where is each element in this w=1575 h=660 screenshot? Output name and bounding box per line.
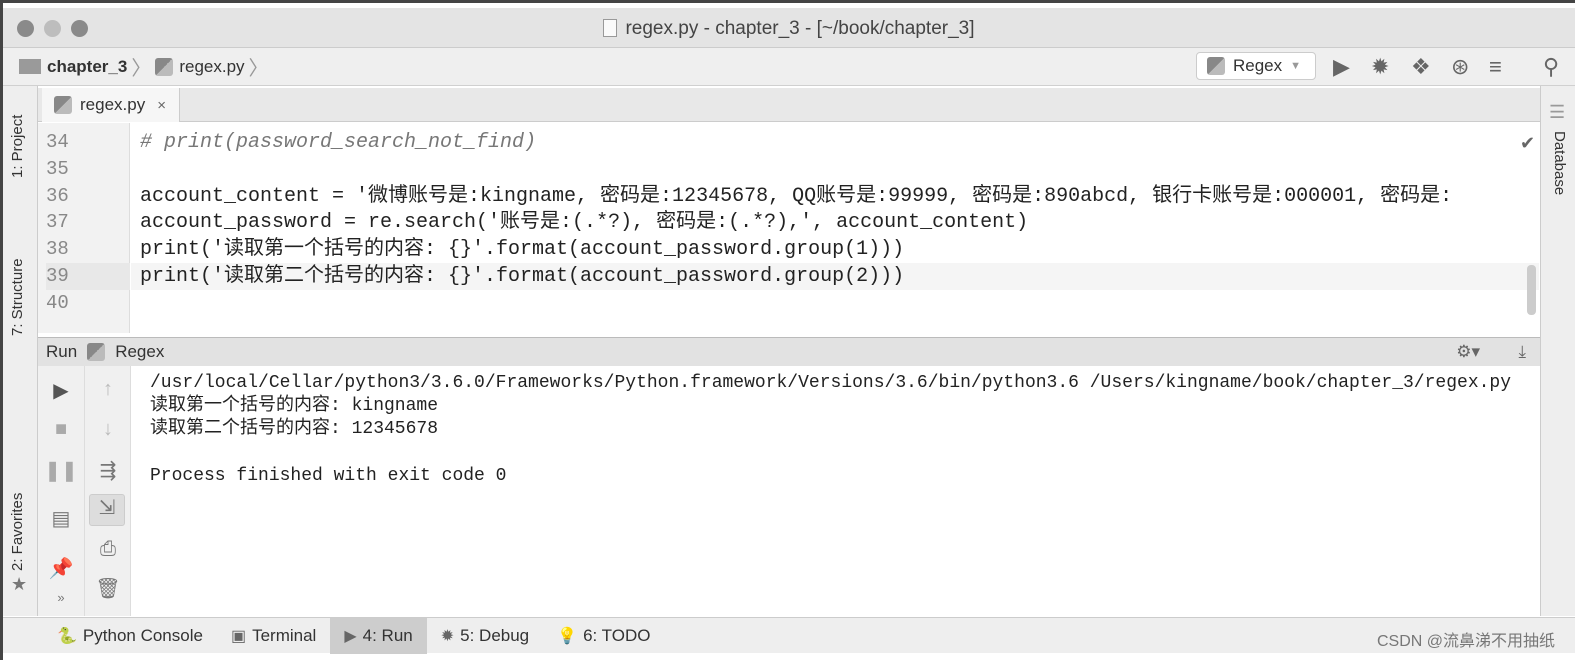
file-icon [603, 19, 618, 37]
watermark: CSDN @流鼻涕不用抽纸 [1376, 633, 1555, 650]
python-icon [1207, 57, 1225, 75]
output-line: 读取第二个括号的内容: 12345678 [150, 419, 439, 439]
tab-label: regex.py [80, 95, 146, 114]
line-number: 35 [46, 158, 69, 180]
tool-favorites[interactable]: 2: Favorites [9, 493, 26, 571]
line-number: 34 [46, 131, 69, 153]
hide-panel-icon[interactable]: ⤓ [1518, 342, 1526, 362]
tab-terminal[interactable]: ▣ Terminal [217, 618, 330, 654]
tab-label: Terminal [252, 625, 317, 645]
editor-tabs: regex.py × [38, 88, 1540, 122]
terminal-icon: ▣ [230, 627, 247, 645]
database-icon: ☰ [1549, 102, 1566, 122]
coverage-icon[interactable]: ❖ [1411, 54, 1431, 80]
line-number: 37 [46, 211, 69, 233]
trash-icon[interactable]: 🗑 [85, 576, 131, 601]
code-line: # print(password_search_not_find) [140, 131, 537, 154]
inspection-ok-icon[interactable]: ✔ [1520, 133, 1535, 154]
tool-structure[interactable]: 7: Structure [9, 258, 26, 336]
debug-icon[interactable]: ✹ [1371, 54, 1389, 80]
line-number: 40 [46, 292, 69, 314]
search-icon[interactable]: ⚲ [1543, 54, 1559, 80]
run-config-label: Regex [1233, 56, 1283, 75]
stop-icon[interactable]: ■ [38, 418, 84, 441]
run-config-dropdown[interactable]: Regex ▼ [1196, 52, 1316, 80]
chevron-right-icon: 〉 [248, 58, 269, 80]
soft-wrap-icon[interactable]: ⇶ [85, 458, 131, 483]
output-line: 读取第一个括号的内容: kingname [150, 396, 439, 416]
arrow-down-icon[interactable]: ↓ [85, 418, 131, 441]
code-line: account_content = '微博账号是:kingname, 密码是:1… [140, 185, 1453, 208]
title-bar: regex.py - chapter_3 - [~/book/chapter_3… [3, 8, 1575, 48]
code-line: print('读取第一个括号的内容: {}'.format(account_pa… [140, 238, 905, 261]
tab-label: Python Console [82, 625, 203, 645]
gear-icon[interactable]: ⚙▾ [1456, 342, 1480, 362]
run-toolbar-secondary: ↑ ↓ ⇶ ⇲ ⎙ 🗑 [85, 366, 131, 616]
window-title: regex.py - chapter_3 - [~/book/chapter_3… [625, 18, 975, 39]
line-gutter: 34 35 36 37 38 39 40 [38, 123, 130, 333]
concurrency-icon[interactable]: ≡ [1489, 54, 1502, 80]
folder-icon [19, 59, 41, 74]
editor-scrollbar[interactable] [1527, 265, 1536, 315]
chevron-down-icon: ▼ [1290, 60, 1302, 72]
run-label: Run [46, 342, 78, 361]
run-config-name: Regex [115, 342, 165, 361]
tool-database[interactable]: Database [1551, 131, 1568, 195]
rerun-icon[interactable]: ▶ [38, 378, 84, 403]
breadcrumb-file[interactable]: regex.py [155, 56, 245, 77]
tab-label: 6: TODO [583, 625, 651, 645]
run-toolbar: ▶ ■ ❚❚ ▤ 📌 » [38, 366, 85, 616]
close-tab-icon[interactable]: × [157, 97, 166, 114]
left-tool-strip: 1: Project 7: Structure 2: Favorites ★ [3, 86, 38, 616]
tab-todo[interactable]: 💡 6: TODO [543, 618, 664, 654]
run-icon[interactable]: ▶ [1333, 54, 1350, 80]
tab-label: 5: Debug [460, 625, 530, 645]
more-icon[interactable]: » [38, 590, 84, 605]
code-line-current: print('读取第二个括号的内容: {}'.format(account_pa… [131, 263, 1539, 290]
file-label: regex.py [179, 56, 245, 76]
python-file-icon [54, 96, 72, 114]
output-line: Process finished with exit code 0 [150, 466, 507, 486]
chevron-right-icon: 〉 [131, 58, 152, 80]
tool-project[interactable]: 1: Project [9, 115, 26, 178]
breadcrumb: chapter_3 〉 regex.py 〉 Regex ▼ ▶ ✹ ❖ ⊛ ≡ … [3, 48, 1575, 86]
line-number: 38 [46, 238, 69, 260]
tab-regex-py[interactable]: regex.py × [42, 88, 180, 122]
print-icon[interactable]: ⎙ [85, 538, 131, 561]
tab-debug[interactable]: ✹ 5: Debug [427, 618, 543, 654]
run-panel-header: Run Regex ⚙▾ ⤓ [38, 337, 1540, 366]
python-console-icon: 🐍 [57, 627, 77, 645]
right-tool-strip: ☰ Database [1540, 86, 1575, 616]
folder-label: chapter_3 [47, 56, 128, 76]
python-icon [87, 343, 106, 361]
code-line: account_password = re.search('账号是:(.*?),… [140, 211, 1029, 234]
layout-icon[interactable]: ▤ [38, 506, 84, 531]
debug-icon: ✹ [440, 627, 455, 645]
tab-run[interactable]: ▶ 4: Run [330, 617, 427, 654]
breadcrumb-folder[interactable]: chapter_3 [19, 57, 127, 77]
arrow-up-icon[interactable]: ↑ [85, 378, 131, 401]
bottom-tool-bar: 🐍 Python Console ▣ Terminal ▶ 4: Run ✹ 5: De… [3, 617, 1575, 654]
output-line: /usr/local/Cellar/python3/3.6.0/Framewor… [150, 373, 1512, 393]
code-editor[interactable]: # print(password_search_not_find) accoun… [131, 123, 1540, 333]
profile-icon[interactable]: ⊛ [1451, 54, 1469, 80]
run-icon: ▶ [344, 627, 357, 645]
tab-label: 4: Run [362, 625, 413, 645]
star-icon: ★ [11, 574, 28, 594]
scroll-to-end-icon[interactable]: ⇲ [89, 494, 125, 526]
pin-icon[interactable]: 📌 [38, 556, 84, 581]
python-file-icon [155, 57, 174, 76]
run-output-panel: ▶ ■ ❚❚ ▤ 📌 » ↑ ↓ ⇶ ⇲ ⎙ 🗑 /usr/local/Cell… [38, 366, 1540, 616]
todo-icon: 💡 [557, 627, 578, 645]
tab-python-console[interactable]: 🐍 Python Console [43, 618, 217, 654]
line-number: 39 [46, 263, 130, 290]
pause-icon[interactable]: ❚❚ [38, 458, 84, 483]
line-number: 36 [46, 185, 69, 207]
